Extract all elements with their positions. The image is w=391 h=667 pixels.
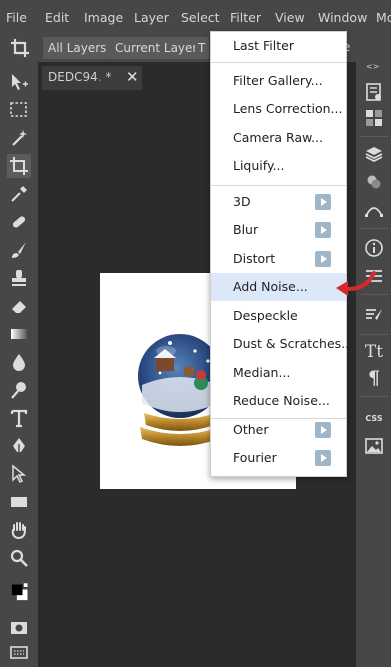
menu-item-label: Blur <box>233 222 259 237</box>
paragraph-icon[interactable]: ¶ <box>362 366 386 390</box>
pen-tool-icon[interactable] <box>7 434 31 458</box>
screen-mode-icon[interactable] <box>7 640 31 664</box>
menu-separator <box>211 185 346 186</box>
blur-tool-icon[interactable] <box>7 350 31 374</box>
eyedropper-tool-icon[interactable] <box>7 182 31 206</box>
menu-image[interactable]: Image <box>84 10 123 25</box>
quick-mask-icon[interactable] <box>7 616 31 640</box>
tools-panel <box>0 62 38 667</box>
partial-option-button[interactable]: T <box>195 37 209 59</box>
image-panel-icon[interactable] <box>362 434 386 458</box>
all-layers-button[interactable]: All Layers <box>43 37 112 59</box>
document-tab[interactable]: DEDC94. * ✕ <box>42 66 142 90</box>
submenu-arrow-icon <box>315 222 331 238</box>
document-tab-name: DEDC94. * <box>48 70 112 84</box>
character-icon[interactable]: Tt <box>362 340 386 364</box>
layers-icon[interactable] <box>362 142 386 166</box>
menu-select[interactable]: Select <box>181 10 220 25</box>
marquee-tool-icon[interactable] <box>7 98 31 122</box>
hand-tool-icon[interactable] <box>7 518 31 542</box>
submenu-arrow-icon <box>315 450 331 466</box>
menu-item-fourier[interactable]: Fourier <box>211 444 346 472</box>
path-select-tool-icon[interactable] <box>7 462 31 486</box>
magic-wand-tool-icon[interactable] <box>7 126 31 150</box>
brush-tool-icon[interactable] <box>7 238 31 262</box>
close-tab-icon[interactable]: ✕ <box>126 68 139 86</box>
history-icon[interactable] <box>362 80 386 104</box>
zoom-tool-icon[interactable] <box>7 546 31 570</box>
menu-item-camera-raw[interactable]: Camera Raw... <box>211 124 346 152</box>
dodge-tool-icon[interactable] <box>7 378 31 402</box>
menu-window[interactable]: Window <box>318 10 367 25</box>
menu-item-3d[interactable]: 3D <box>211 188 346 216</box>
menu-file[interactable]: File <box>6 10 27 25</box>
menu-item-distort[interactable]: Distort <box>211 245 346 273</box>
menu-edit[interactable]: Edit <box>45 10 69 25</box>
menu-item-blur[interactable]: Blur <box>211 216 346 244</box>
panel-divider <box>360 136 388 137</box>
info-icon[interactable] <box>362 236 386 260</box>
menu-item-dust-scratches[interactable]: Dust & Scratches... <box>211 330 353 358</box>
css-panel-icon[interactable]: CSS <box>362 406 386 430</box>
collapse-panel-toggle[interactable]: <> <box>366 62 379 71</box>
current-layer-button[interactable]: Current Layer <box>110 37 203 59</box>
panel-divider <box>360 334 388 335</box>
brush-settings-icon[interactable] <box>362 304 386 328</box>
menu-item-last-filter[interactable]: Last Filter <box>211 32 346 60</box>
type-tool-icon[interactable] <box>7 406 31 430</box>
color-swatches-icon[interactable] <box>5 576 35 608</box>
submenu-arrow-icon <box>315 422 331 438</box>
panel-divider <box>360 396 388 397</box>
filter-menu: Last Filter Filter Gallery... Lens Corre… <box>210 31 353 477</box>
menu-filter[interactable]: Filter <box>230 10 261 25</box>
annotation-arrow-icon <box>336 271 376 296</box>
menu-item-other[interactable]: Other <box>211 416 346 444</box>
menu-layer[interactable]: Layer <box>134 10 169 25</box>
crop-tool-icon <box>10 38 30 58</box>
rectangle-tool-icon[interactable] <box>7 490 31 514</box>
menu-item-median[interactable]: Median... <box>211 359 346 387</box>
menu-view[interactable]: View <box>275 10 305 25</box>
submenu-arrow-icon <box>315 251 331 267</box>
healing-brush-tool-icon[interactable] <box>7 210 31 234</box>
menu-item-add-noise[interactable]: Add Noise... <box>211 273 346 301</box>
move-tool-icon[interactable] <box>7 70 31 94</box>
menu-item-despeckle[interactable]: Despeckle <box>211 302 346 330</box>
menu-item-filter-gallery[interactable]: Filter Gallery... <box>211 67 346 95</box>
menu-item-label: Other <box>233 422 269 437</box>
panel-divider <box>360 228 388 229</box>
crop-tool-icon[interactable] <box>7 154 31 178</box>
menu-separator <box>211 62 346 63</box>
stamp-tool-icon[interactable] <box>7 266 31 290</box>
gradient-tool-icon[interactable] <box>7 322 31 346</box>
right-panel-strip: <> Tt ¶ CSS <box>356 62 391 667</box>
swatches-icon[interactable] <box>362 106 386 130</box>
menu-item-label: Fourier <box>233 450 277 465</box>
menu-item-label: 3D <box>233 194 251 209</box>
menu-item-liquify[interactable]: Liquify... <box>211 152 346 180</box>
menu-more[interactable]: Mo <box>376 10 391 25</box>
eraser-tool-icon[interactable] <box>7 294 31 318</box>
menu-item-lens-correction[interactable]: Lens Correction... <box>211 95 346 123</box>
channels-icon[interactable] <box>362 170 386 194</box>
submenu-arrow-icon <box>315 194 331 210</box>
menu-item-reduce-noise[interactable]: Reduce Noise... <box>211 387 346 415</box>
menu-item-label: Distort <box>233 251 276 266</box>
paths-icon[interactable] <box>362 198 386 222</box>
